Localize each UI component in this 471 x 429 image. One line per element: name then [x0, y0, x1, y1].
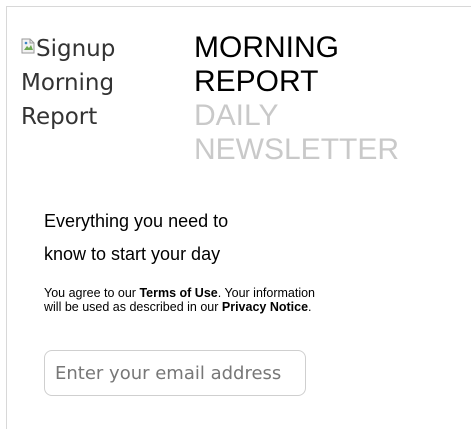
legal-suffix: .	[308, 300, 312, 314]
newsletter-title: MORNING REPORT	[194, 31, 471, 99]
terms-of-use-link[interactable]: Terms of Use	[139, 286, 217, 300]
subtitle-line-1: DAILY	[194, 99, 279, 132]
subtitle-line-2: NEWSLETTER	[194, 133, 400, 166]
newsletter-subtitle: DAILY NEWSLETTER	[194, 99, 471, 167]
tagline: Everything you need to know to start you…	[44, 205, 304, 271]
title-line-2: REPORT	[194, 65, 319, 98]
privacy-notice-link[interactable]: Privacy Notice	[222, 300, 308, 314]
email-input[interactable]	[44, 350, 306, 396]
tagline-line-2: know to start your day	[44, 244, 221, 264]
broken-image-icon	[21, 38, 35, 54]
newsletter-heading: MORNING REPORT DAILY NEWSLETTER	[194, 31, 471, 167]
title-line-1: MORNING	[194, 31, 339, 64]
legal-prefix: You agree to our	[44, 286, 140, 300]
logo-alt-text: Signup Morning Report	[21, 36, 116, 130]
legal-notice: You agree to our Terms of Use. Your info…	[44, 286, 324, 314]
signup-card: Signup Morning Report MORNING REPORT DAI…	[6, 6, 471, 429]
tagline-line-1: Everything you need to	[44, 211, 229, 231]
logo-image: Signup Morning Report	[21, 32, 181, 162]
